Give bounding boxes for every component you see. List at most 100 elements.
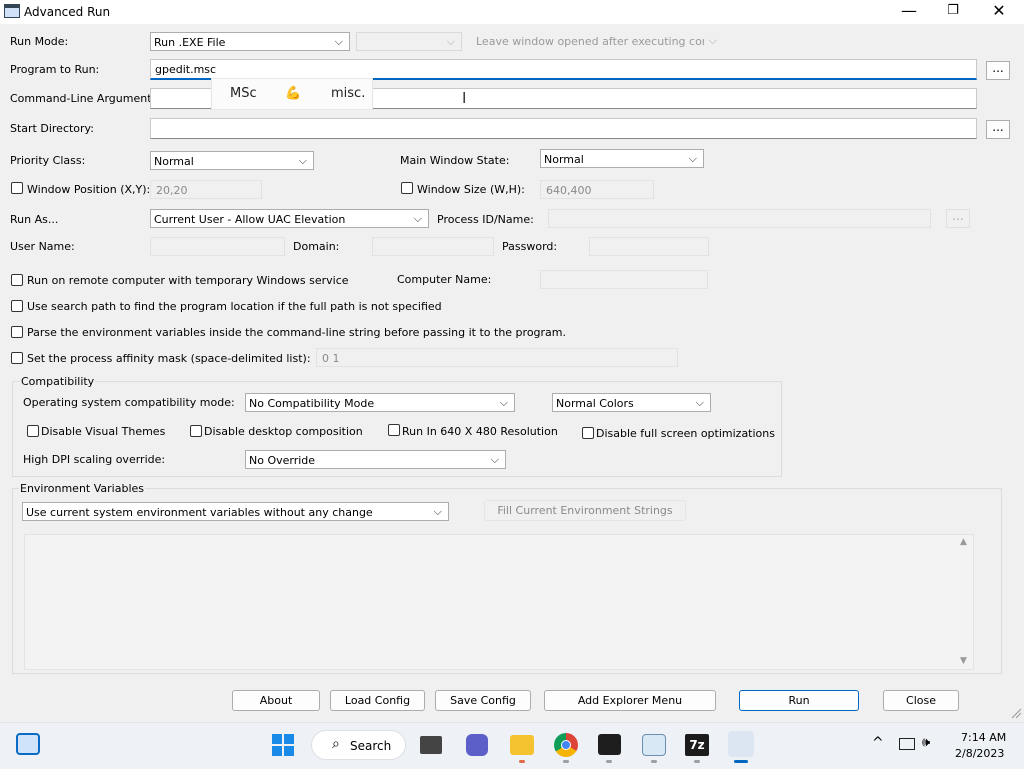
start-dir-label: Start Directory: [10,122,94,135]
terminal-icon[interactable] [598,734,621,755]
title-bar: Advanced Run — ❐ ✕ [0,0,1024,24]
terminal-running-indicator [606,760,612,763]
fill-env-button[interactable]: Fill Current Environment Strings [484,500,686,521]
run-mode-select[interactable]: Run .EXE File ⌵ [150,32,350,51]
env-mode-select[interactable]: Use current system environment variables… [22,502,449,521]
scroll-up-icon[interactable]: ▲ [960,537,967,547]
run-as-select[interactable]: Current User - Allow UAC Elevation ⌵ [150,209,429,228]
secondary-mode-select[interactable]: ⌵ [356,32,462,51]
process-id-label: Process ID/Name: [437,213,534,226]
window-size-input[interactable]: 640,400 [540,180,654,199]
search-path-checkbox[interactable] [11,300,23,312]
run-640-checkbox[interactable] [388,424,400,436]
window-size-checkbox[interactable] [401,182,413,194]
text-cursor-icon: I [462,89,467,107]
affinity-input[interactable]: 0 1 [316,348,678,367]
clock-date[interactable]: 2/8/2023 [955,747,1004,760]
remote-checkbox[interactable] [11,274,23,286]
program-label: Program to Run: [10,63,100,76]
window-position-checkbox[interactable] [11,182,23,194]
about-button[interactable]: About [232,690,320,711]
chat-icon[interactable] [466,734,488,756]
scroll-down-icon[interactable]: ▼ [960,656,967,666]
chevron-down-icon: ⌵ [499,396,508,409]
close-button[interactable]: Close [883,690,959,711]
close-window-button[interactable]: ✕ [976,0,1022,24]
domain-input[interactable] [372,237,494,256]
suggestion-1[interactable]: MSc [230,86,257,101]
high-dpi-select[interactable]: No Override ⌵ [245,450,506,469]
window-position-input[interactable]: 20,20 [150,180,262,199]
advanced-run-taskbar-icon[interactable] [728,731,754,757]
window-title: Advanced Run [24,5,111,19]
run-button[interactable]: Run [739,690,859,711]
main-window-state-label: Main Window State: [400,154,510,167]
chevron-down-icon: ⌵ [446,35,455,48]
colors-select[interactable]: Normal Colors ⌵ [552,393,711,412]
affinity-label: Set the process affinity mask (space-del… [27,352,311,365]
volume-icon[interactable]: 🕪 [922,735,930,750]
chevron-down-icon: ⌵ [433,505,442,518]
parse-env-checkbox[interactable] [11,326,23,338]
program-browse-button[interactable]: ... [986,61,1010,80]
chevron-up-icon[interactable]: ^ [872,735,884,751]
advanced-run-active-indicator [734,760,748,763]
maximize-button[interactable]: ❐ [930,0,976,24]
disable-desktop-checkbox[interactable] [190,425,202,437]
clock-time[interactable]: 7:14 AM [961,731,1006,744]
disable-fullscreen-label: Disable full screen optimizations [596,427,775,440]
window-position-label: Window Position (X,Y): [27,183,151,196]
task-view-icon[interactable] [420,736,442,754]
computer-name-input[interactable] [540,270,708,289]
env-strings-textarea[interactable]: ▲ ▼ [24,534,974,670]
disable-themes-label: Disable Visual Themes [41,425,166,438]
windows-start-icon[interactable] [272,734,294,756]
main-window-state-select[interactable]: Normal ⌵ [540,149,704,168]
widgets-icon[interactable] [16,733,40,755]
suggestion-3[interactable]: misc. [331,86,365,101]
chevron-down-icon: ⌵ [334,35,343,48]
start-dir-browse-button[interactable]: ... [986,120,1010,139]
chevron-down-icon: ⌵ [413,212,422,225]
program-input[interactable]: gpedit.msc [150,59,977,80]
cmd-args-label: Command-Line Arguments: [10,92,161,105]
add-explorer-menu-button[interactable]: Add Explorer Menu [544,690,716,711]
minimize-button[interactable]: — [886,0,932,24]
load-config-button[interactable]: Load Config [330,690,425,711]
compatibility-group-label: Compatibility [20,375,96,388]
chevron-down-icon: ⌵ [490,453,499,466]
search-path-label: Use search path to find the program loca… [27,300,442,313]
user-name-input[interactable] [150,237,285,256]
os-compat-select[interactable]: No Compatibility Mode ⌵ [245,393,515,412]
resize-grip-icon[interactable] [1010,707,1022,719]
control-panel-running-indicator [651,760,657,763]
chrome-icon[interactable] [554,733,578,757]
disable-fullscreen-checkbox[interactable] [582,427,594,439]
taskbar-search-label: Search [350,739,392,753]
chevron-down-icon: ⌵ [298,154,307,167]
disable-themes-checkbox[interactable] [27,425,39,437]
save-config-button[interactable]: Save Config [435,690,531,711]
password-input[interactable] [589,237,709,256]
domain-label: Domain: [293,240,340,253]
network-icon[interactable] [899,738,915,750]
autocomplete-popup: MSc 💪 misc. [211,78,373,110]
control-panel-icon[interactable] [642,734,666,756]
taskbar-search[interactable]: ⌕ Search [311,730,406,760]
chevron-down-icon: ⌵ [695,396,704,409]
env-scrollbar[interactable]: ▲ ▼ [957,535,973,669]
process-browse-button[interactable]: ... [946,209,970,228]
priority-select[interactable]: Normal ⌵ [150,151,314,170]
parse-env-label: Parse the environment variables inside t… [27,326,566,339]
window-size-label: Window Size (W,H): [417,183,525,196]
suggestion-emoji[interactable]: 💪 [285,86,301,101]
chevron-down-icon: ⌵ [688,152,697,165]
leave-window-select[interactable]: Leave window opened after executing comm… [473,32,723,51]
remote-label: Run on remote computer with temporary Wi… [27,274,349,287]
file-explorer-icon[interactable] [510,735,534,755]
process-id-input[interactable] [548,209,931,228]
app-icon [4,4,20,18]
seven-zip-icon[interactable]: 7z [685,734,709,756]
affinity-checkbox[interactable] [11,352,23,364]
start-dir-input[interactable] [150,118,977,139]
